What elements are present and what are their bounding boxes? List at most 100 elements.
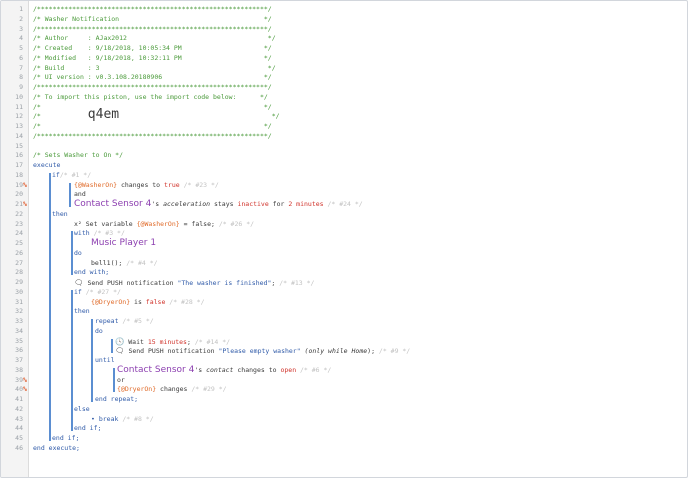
with-keyword: with [74, 229, 90, 238]
do-keyword: do [95, 326, 103, 335]
code-line: end if; [52, 434, 79, 444]
code-line: 🗨 Send PUSH notification "The washer is … [74, 278, 314, 288]
line-number: 43 [15, 414, 23, 423]
else-keyword: else [74, 404, 90, 413]
code-line: /* UI version : v0.3.108.20180906 */ [33, 73, 272, 83]
line-number: 24 [15, 229, 23, 238]
code-line: /* Build : 3 */ [33, 64, 276, 74]
code-token: /* #23 */ [179, 180, 219, 189]
header-comment: /***************************************… [33, 5, 272, 13]
code-line: /* Washer Notification */ [33, 15, 272, 25]
code-token: false [145, 297, 166, 306]
line-number: 46 [15, 443, 23, 452]
line-number: 16 [15, 151, 23, 160]
flag-marker: % [23, 375, 27, 384]
code-token: 2 minutes [288, 200, 324, 208]
code-line: {@DryerOn} is false /* #28 */ [91, 298, 205, 308]
code-token: (only while [300, 347, 352, 356]
line-number: 32 [15, 307, 23, 316]
code-line: /***************************************… [33, 25, 272, 35]
code-line: 🕓 Wait 15 minutes; /* #14 */ [115, 337, 230, 347]
block-bar [91, 319, 93, 402]
code-line: /***************************************… [33, 83, 272, 93]
line-number: 3 [19, 24, 23, 33]
end-with-keyword: end with; [74, 268, 110, 277]
if-keyword: if [74, 287, 82, 296]
code-line: /* To import this piston, use the import… [33, 93, 268, 103]
code-line: {@WasherOn} changes to true /* #23 */ [74, 181, 219, 191]
end-if-keyword: end if; [74, 424, 102, 433]
block-bar [113, 367, 115, 393]
code-line: or [117, 376, 125, 386]
header-comment: /* UI version : v0.3.108.20180906 */ [33, 73, 272, 82]
code-line: end if; [74, 424, 101, 434]
end-repeat-keyword: end repeat; [95, 395, 139, 403]
execute-keyword: execute [33, 161, 61, 169]
line-number: 12 [15, 112, 23, 121]
code-line: end repeat; [95, 395, 138, 405]
line-number: 11 [15, 102, 23, 111]
code-token: /* #1 */ [59, 170, 92, 179]
code-line: 🗨 Send PUSH notification "Please empty w… [115, 346, 410, 356]
code-token: Send PUSH notification [83, 279, 178, 287]
line-number: 33 [15, 317, 23, 325]
repeat-keyword: repeat [95, 317, 119, 325]
code-line: Music Player 1 [91, 238, 157, 249]
flag-marker: % [23, 180, 27, 189]
code-token: Wait [124, 337, 148, 346]
line-number: 14 [15, 131, 23, 140]
line-number: 22 [15, 209, 23, 218]
code-token: Home [351, 347, 368, 356]
code-line: do [95, 327, 103, 337]
line-number: 9 [19, 83, 23, 91]
code-token: stays [210, 200, 238, 208]
block-bar [111, 338, 113, 354]
code-token: = false; [179, 219, 215, 228]
code-line: /* Author : AJax2012 */ [33, 34, 276, 44]
end-if-keyword: end if; [52, 434, 80, 442]
code-viewer: 1 2 3 4 5 6 7 8 9 10 11 12 13 14 15 16 17 18 19 20 21 22 23 24 2… [0, 0, 688, 478]
line-number: 38 [15, 365, 23, 374]
code-token: /* #6 */ [296, 365, 332, 374]
code-line: else [74, 405, 90, 415]
code-line: /***************************************… [33, 132, 272, 142]
code-token: /* #27 */ [81, 287, 121, 296]
block-bar [71, 289, 73, 432]
line-number: 29 [15, 278, 23, 286]
code-line: repeat /* #5 */ [95, 317, 154, 327]
code-token: /* [33, 112, 88, 121]
code-token: "Please empty washer" [218, 347, 301, 356]
code-token: "The washer is finished" [177, 279, 272, 287]
block-bar [71, 231, 73, 276]
line-number: 35 [15, 336, 23, 345]
header-comment: /* Build : 3 */ [33, 63, 276, 72]
line-number: 27 [15, 258, 23, 267]
and-operator: and [74, 190, 86, 199]
header-comment: /* Modified : 9/18/2018, 10:32:11 PM */ [33, 53, 272, 62]
import-code: q4em [87, 107, 120, 123]
code-line: Contact Sensor 4's acceleration stays in… [74, 199, 363, 210]
device-contact-sensor: Contact Sensor 4 [117, 364, 195, 375]
code-token: */ [119, 112, 280, 121]
line-number: 13 [15, 122, 23, 130]
header-comment: /***************************************… [33, 83, 272, 91]
header-comment: /***************************************… [33, 131, 272, 140]
header-comment: /* Washer Notification */ [33, 14, 272, 23]
code-line: execute [33, 161, 60, 171]
do-keyword: do [74, 248, 82, 257]
block-bar [49, 172, 51, 441]
line-number: 30 [15, 287, 23, 296]
line-gutter: 1 2 3 4 5 6 7 8 9 10 11 12 13 14 15 16 17 18 19 20 21 22 23 24 2… [1, 1, 29, 477]
line-number: 31 [15, 297, 23, 306]
if-keyword: if [52, 170, 60, 179]
line-number: 40 [15, 385, 23, 394]
code-line: then [52, 210, 68, 220]
line-number: 25 [15, 239, 23, 247]
device-music-player: Music Player 1 [91, 238, 157, 248]
code-token: changes to [233, 365, 281, 374]
code-line: {@DryerOn} changes /* #29 */ [117, 385, 227, 395]
expression-icon: x² [74, 219, 82, 228]
header-comment: /* */ [33, 122, 272, 130]
variable-washer: {@WasherOn} [74, 180, 118, 189]
code-token: is [130, 297, 146, 306]
